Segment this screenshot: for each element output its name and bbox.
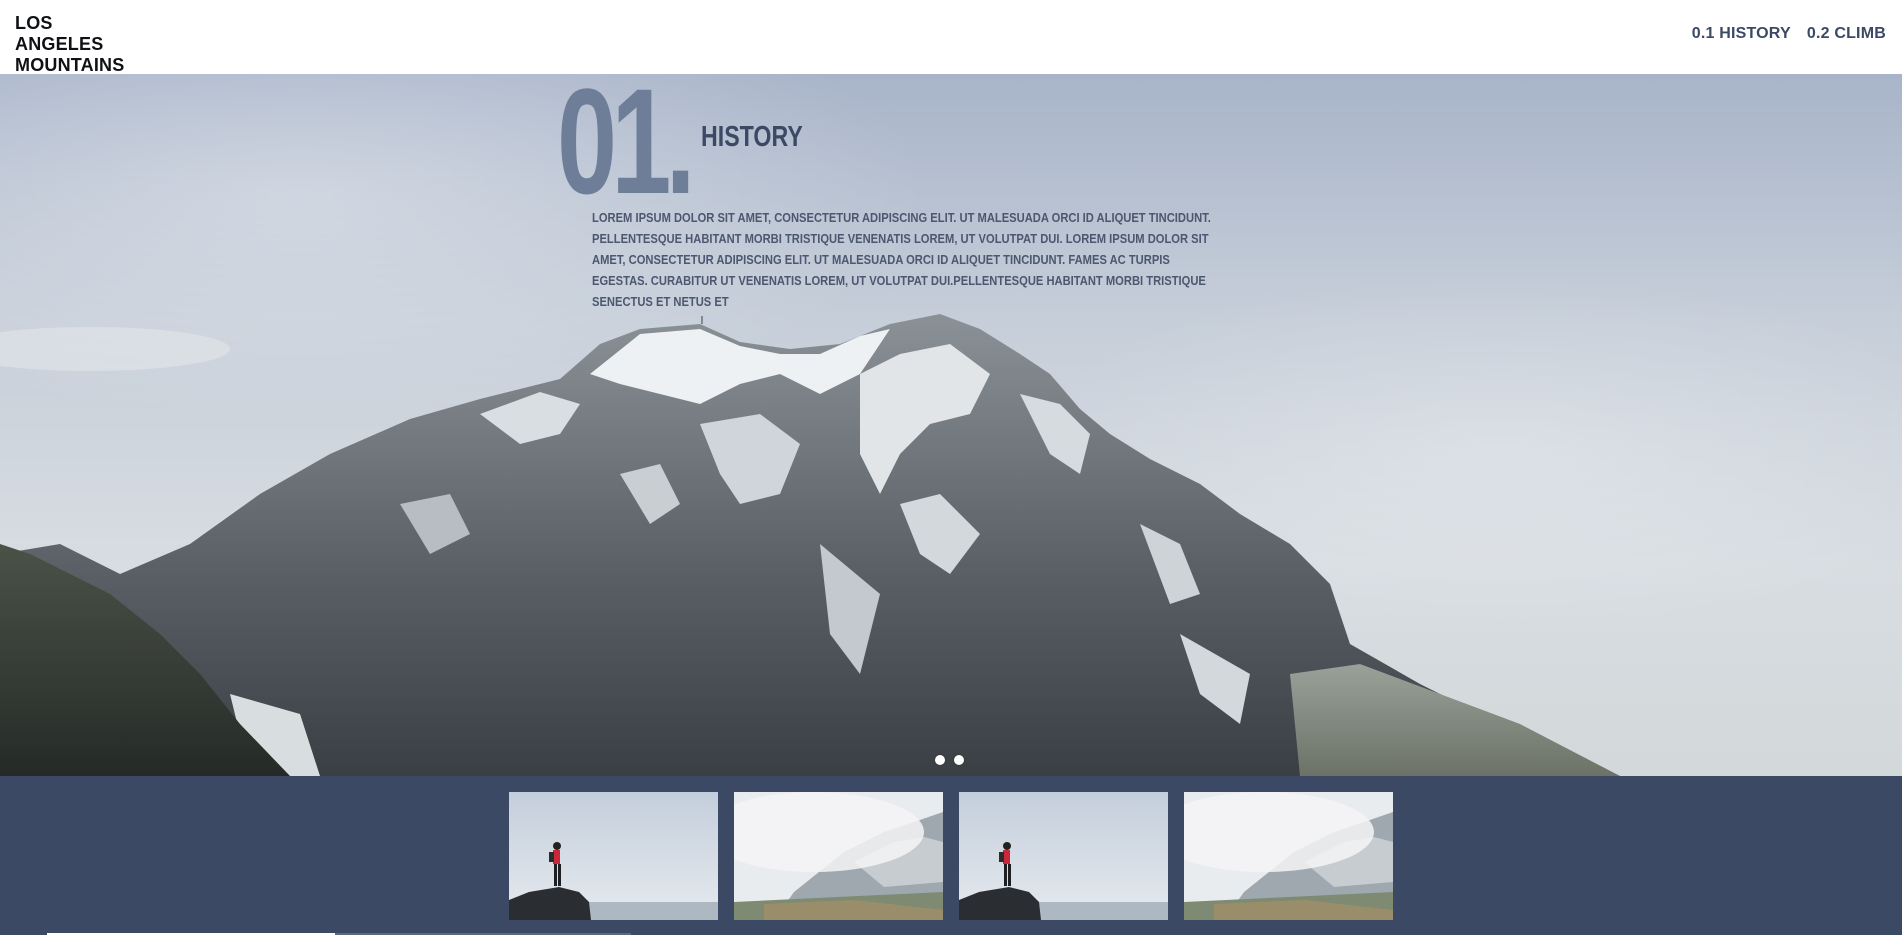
hero-heading: HISTORY xyxy=(701,121,803,153)
thumbnail-3[interactable] xyxy=(959,792,1168,920)
main-nav: 0.1 HISTORY 0.2 CLIMB xyxy=(1692,25,1886,43)
thumbnail-4[interactable] xyxy=(1184,792,1393,920)
hero-body-text: LOREM IPSUM DOLOR SIT AMET, CONSECTETUR … xyxy=(592,210,1211,309)
thumbnail-list xyxy=(509,792,1393,920)
carousel-dot-2[interactable] xyxy=(954,755,964,765)
thumbnail-2[interactable] xyxy=(734,792,943,920)
thumbnail-1[interactable] xyxy=(509,792,718,920)
hiker-on-rock-thumbnail xyxy=(509,792,718,920)
logo-line-1: LOS ANGELES xyxy=(15,13,104,54)
thumbnail-strip xyxy=(0,776,1902,935)
nav-link-history[interactable]: 0.1 HISTORY xyxy=(1692,25,1791,43)
hero-slide: 01. HISTORY LOREM IPSUM DOLOR SIT AMET, … xyxy=(0,74,1902,776)
site-header: LOS ANGELES MOUNTAINS 0.1 HISTORY 0.2 CL… xyxy=(0,0,1902,76)
snowy-mountain-image xyxy=(0,314,1620,776)
page: LOS ANGELES MOUNTAINS 0.1 HISTORY 0.2 CL… xyxy=(0,0,1902,935)
logo-line-2: MOUNTAINS xyxy=(15,55,125,75)
hiker-on-rock-thumbnail xyxy=(959,792,1168,920)
carousel-dot-1[interactable] xyxy=(935,755,945,765)
misty-mountain-thumbnail xyxy=(1184,792,1393,920)
hero-section-number: 01. xyxy=(557,74,696,225)
site-logo[interactable]: LOS ANGELES MOUNTAINS xyxy=(15,13,145,76)
misty-mountain-thumbnail xyxy=(734,792,943,920)
nav-link-climb[interactable]: 0.2 CLIMB xyxy=(1807,25,1886,43)
carousel-dots xyxy=(935,755,964,765)
